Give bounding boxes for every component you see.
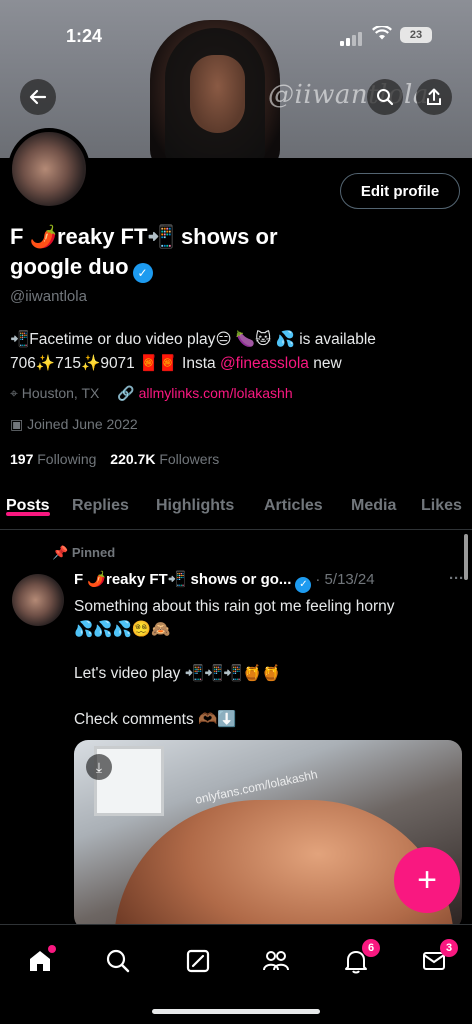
following-link[interactable]: 197 Following — [10, 451, 96, 467]
tab-articles[interactable]: Articles — [264, 486, 323, 515]
profile-bio: 📲Facetime or duo video play😑 🍆🐱 💦 is ava… — [10, 328, 465, 376]
cellular-signal-icon — [340, 28, 364, 46]
calendar-icon: ▣ — [10, 416, 24, 432]
status-bar: 1:24 23 — [0, 0, 472, 60]
bio-line2-end: new — [313, 355, 342, 372]
tab-replies[interactable]: Replies — [72, 486, 129, 515]
display-name: F 🌶️reaky FT📲 shows or google duo ✓ — [10, 222, 360, 283]
following-label: Following — [37, 451, 97, 467]
tab-highlights[interactable]: Highlights — [156, 486, 234, 515]
wifi-icon — [372, 26, 392, 40]
profile-link[interactable]: 🔗 allmylinks.com/lolakashh — [117, 385, 292, 401]
follow-counts: 197 Following 220.7K Followers — [10, 451, 219, 467]
download-icon[interactable]: ⤓ — [86, 754, 112, 780]
link-icon: 🔗 — [117, 385, 135, 401]
followers-link[interactable]: 220.7K Followers — [110, 451, 219, 467]
post-more-icon[interactable]: ··· — [449, 570, 464, 587]
scrollbar[interactable] — [464, 534, 468, 580]
bio-mention-link[interactable]: @fineasslola — [220, 355, 309, 372]
post-header: F 🌶️reaky FT📲 shows or go... ✓ · 5/13/24 ·… — [74, 570, 464, 593]
nav-notifications[interactable]: 6 — [336, 939, 380, 981]
profile-handle: @iiwantlola — [10, 288, 87, 305]
verified-badge-icon: ✓ — [295, 576, 312, 593]
search-button[interactable] — [367, 79, 403, 115]
edit-profile-button[interactable]: Edit profile — [340, 173, 460, 209]
pinned-text: Pinned — [71, 545, 116, 560]
verified-badge-icon[interactable]: ✓ — [132, 263, 153, 283]
banner-photo-face — [190, 55, 245, 133]
bio-line1: 📲Facetime or duo video play😑 🍆🐱 💦 is ava… — [10, 331, 376, 348]
grok-icon — [186, 949, 210, 973]
share-icon — [427, 88, 441, 105]
nav-search[interactable] — [98, 941, 138, 981]
search-icon — [106, 949, 130, 973]
post-text-line1: Something about this rain got me feeling… — [74, 598, 395, 615]
post-text-line2: Let's video play 📲📲📲🍯🍯 — [74, 665, 282, 682]
home-unread-dot — [48, 945, 56, 953]
pin-icon: 📌 — [52, 545, 69, 560]
nav-messages[interactable]: 3 — [414, 939, 458, 981]
followers-label: Followers — [159, 451, 220, 467]
plus-icon: + — [417, 860, 437, 899]
location-icon: ⌖ — [10, 385, 18, 401]
profile-location: Houston, TX — [21, 385, 100, 401]
battery-icon: 23 — [400, 27, 432, 43]
bio-line2: 706✨715✨9071 🧧🧧 Insta — [10, 355, 216, 372]
nav-home[interactable] — [20, 941, 60, 981]
home-indicator[interactable] — [152, 1009, 320, 1014]
post-text-emoji: 💦💦💦😵‍💫🙈 — [74, 621, 171, 638]
back-button[interactable] — [20, 79, 56, 115]
notifications-badge: 6 — [362, 939, 380, 957]
post-date: · 5/13/24 — [315, 571, 375, 588]
share-button[interactable] — [416, 79, 452, 115]
profile-link-text[interactable]: allmylinks.com/lolakashh — [139, 385, 293, 401]
post-author-name[interactable]: F 🌶️reaky FT📲 shows or go... — [74, 571, 291, 588]
status-time: 1:24 — [66, 26, 103, 46]
profile-meta: ⌖ Houston, TX 🔗 allmylinks.com/lolakashh — [10, 385, 293, 402]
search-icon — [377, 89, 394, 106]
tab-posts[interactable]: Posts — [6, 486, 50, 516]
post-text[interactable]: Something about this rain got me feeling… — [74, 595, 464, 641]
profile-tabs: Posts Replies Highlights Articles Media … — [0, 486, 472, 530]
following-count: 197 — [10, 451, 34, 467]
compose-button[interactable]: + — [394, 847, 460, 913]
post-text-line3: Check comments 🫶🏾⬇️ — [74, 711, 237, 728]
arrow-left-icon — [29, 89, 47, 105]
followers-count: 220.7K — [110, 451, 156, 467]
nav-communities[interactable] — [256, 941, 296, 981]
display-name-line1: F 🌶️reaky FT📲 shows or — [10, 224, 278, 249]
joined-date: Joined June 2022 — [27, 416, 138, 432]
nav-grok[interactable] — [178, 941, 218, 981]
profile-joined: ▣ Joined June 2022 — [10, 416, 138, 433]
communities-icon — [263, 951, 289, 971]
pinned-label: 📌 Pinned — [52, 545, 115, 561]
tab-likes[interactable]: Likes — [421, 486, 462, 515]
profile-avatar[interactable] — [8, 128, 90, 210]
tab-media[interactable]: Media — [351, 486, 396, 515]
banner-watermark: @iiwantlola — [268, 80, 429, 110]
display-name-line2: google duo — [10, 254, 129, 279]
messages-badge: 3 — [440, 939, 458, 957]
post-author-avatar[interactable] — [12, 574, 64, 626]
